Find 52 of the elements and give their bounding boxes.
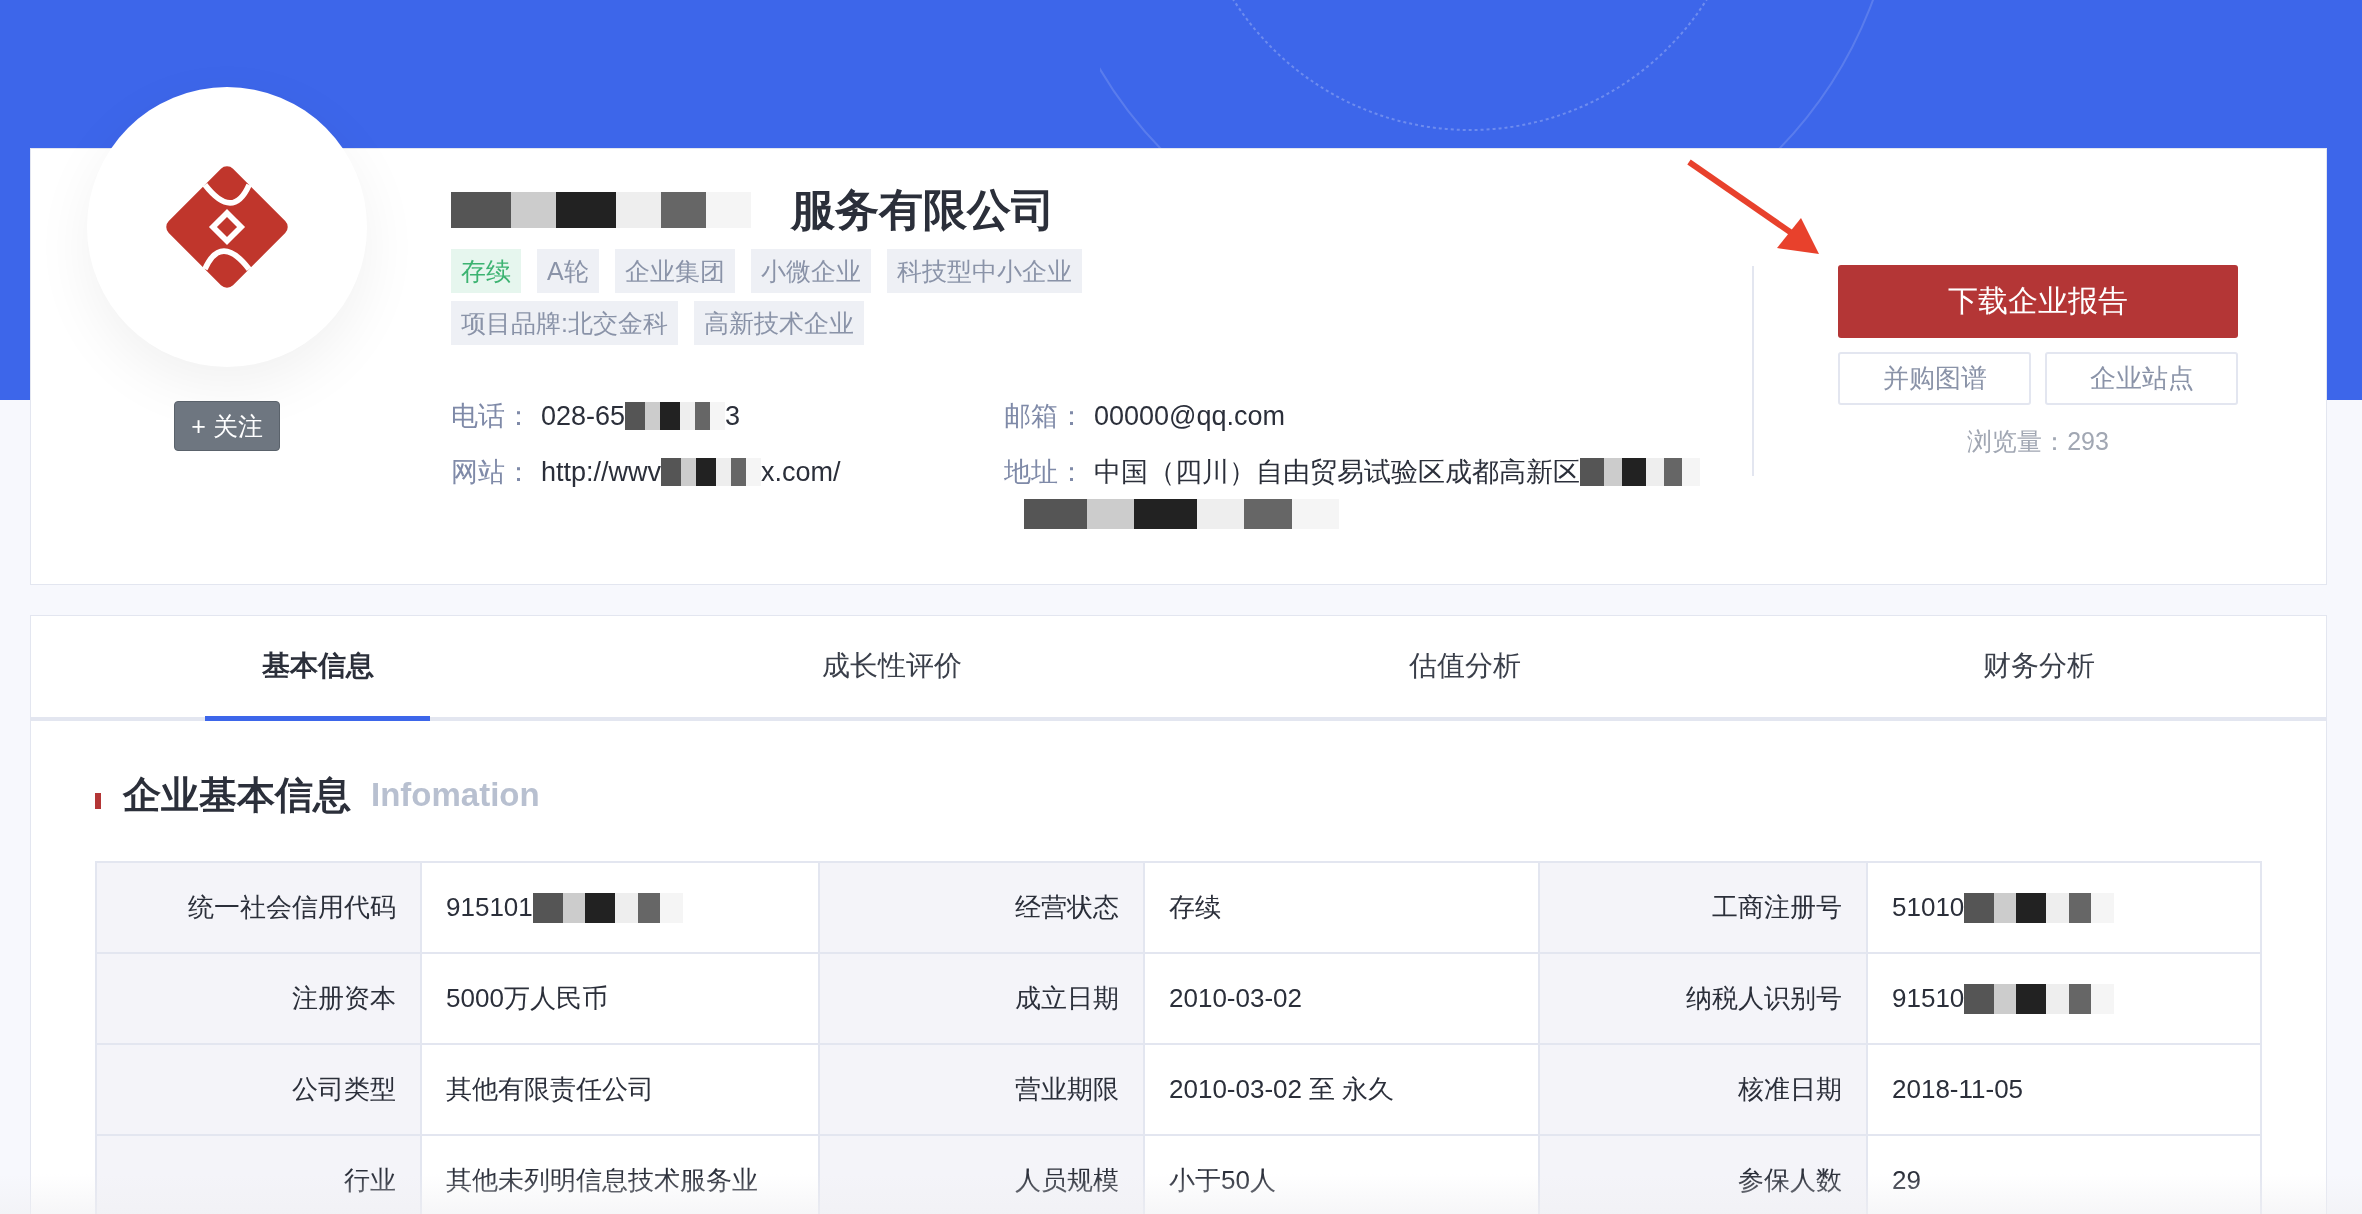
field-label: 公司类型: [97, 1045, 422, 1136]
contact-value: http://wwv: [541, 456, 662, 488]
contact-label: 邮箱：: [1004, 400, 1086, 433]
value-text: 其他有限责任公司: [446, 1073, 654, 1106]
tag: 科技型中小企业: [886, 249, 1082, 293]
value-text: 2010-03-02: [1169, 983, 1302, 1014]
contact-value: 00000@qq.com: [1094, 400, 1286, 432]
field-label: 核准日期: [1540, 1045, 1868, 1136]
section-marker: [95, 793, 101, 809]
company-name: 服务有限公司: [791, 183, 1055, 236]
field-label: 经营状态: [820, 863, 1145, 954]
value-text: 2018-11-05: [1892, 1074, 2024, 1105]
field-label: 人员规模: [820, 1136, 1145, 1214]
contact-value: 028-65: [541, 400, 626, 432]
value-text: 51010: [1892, 892, 1965, 923]
tag: A轮: [537, 249, 599, 293]
status-tag: 存续: [451, 249, 521, 293]
value-text: 91510: [1892, 983, 1965, 1014]
contact-label: 地址：: [1004, 456, 1086, 489]
tab[interactable]: 成长性评价: [781, 616, 1002, 721]
field-label: 注册资本: [97, 954, 422, 1045]
value-text: 915101: [446, 892, 533, 923]
contact-label: 电话：: [451, 400, 533, 433]
field-label: 成立日期: [820, 954, 1145, 1045]
value-text: 存续: [1169, 891, 1221, 924]
value-text: 2010-03-02 至 永久: [1169, 1073, 1395, 1106]
field-label: 参保人数: [1540, 1136, 1868, 1214]
field-label: 营业期限: [820, 1045, 1145, 1136]
follow-button[interactable]: + 关注: [174, 401, 280, 451]
download-report-button[interactable]: 下载企业报告: [1838, 265, 2238, 338]
field-label: 工商注册号: [1540, 863, 1868, 954]
field-label: 统一社会信用代码: [97, 863, 422, 954]
contact-label: 网站：: [451, 456, 533, 489]
tag: 企业集团: [614, 249, 735, 293]
tab[interactable]: 财务分析: [1943, 616, 2136, 721]
contact-value: 3: [725, 400, 741, 432]
contact-value: 中国（四川）自由贸易试验区成都高新区: [1094, 456, 1580, 489]
value-text: 29: [1892, 1165, 1921, 1196]
value-text: 小于50人: [1169, 1164, 1276, 1197]
field-label: 纳税人识别号: [1540, 954, 1868, 1045]
tag: 项目品牌:北交金科: [451, 301, 678, 345]
tag: 高新技术企业: [693, 301, 864, 345]
section-title: 企业基本信息: [123, 772, 351, 818]
field-label: 行业: [97, 1136, 422, 1214]
contact-value: x.com/: [761, 456, 841, 488]
tab[interactable]: 基本信息: [205, 616, 431, 721]
view-count: 浏览量：293: [1967, 426, 2109, 457]
section-subtitle: Infomation: [371, 776, 540, 814]
value-text: 5000万人民币: [446, 982, 608, 1015]
tab[interactable]: 估值分析: [1369, 616, 1562, 721]
tag: 小微企业: [750, 249, 871, 293]
value-text: 其他未列明信息技术服务业: [446, 1164, 758, 1197]
